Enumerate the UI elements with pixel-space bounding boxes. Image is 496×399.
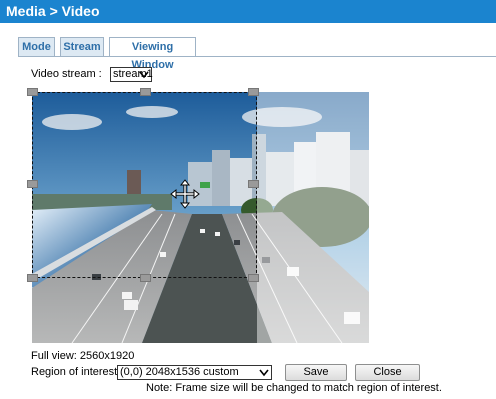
save-button[interactable]: Save — [285, 364, 347, 381]
resize-handle-top-right[interactable] — [248, 88, 259, 96]
resize-handle-bottom-center[interactable] — [140, 274, 151, 282]
close-button[interactable]: Close — [355, 364, 420, 381]
roi-note: Note: Frame size will be changed to matc… — [146, 382, 442, 394]
outside-roi-overlay — [257, 92, 369, 343]
resize-handle-top-left[interactable] — [27, 88, 38, 96]
resize-handle-top-center[interactable] — [140, 88, 151, 96]
page-title: Media > Video — [0, 0, 496, 23]
tab-stream[interactable]: Stream — [60, 37, 104, 57]
tab-divider — [18, 56, 496, 57]
roi-select[interactable]: (0,0) 2048x1536 custom — [117, 365, 272, 380]
video-preview[interactable] — [32, 92, 369, 343]
roi-label: Region of interest : — [31, 366, 124, 378]
resize-handle-middle-right[interactable] — [248, 180, 259, 188]
roi-select-value: (0,0) 2048x1536 custom — [120, 366, 239, 378]
video-stream-label: Video stream : — [31, 68, 102, 80]
resize-handle-middle-left[interactable] — [27, 180, 38, 188]
resize-handle-bottom-left[interactable] — [27, 274, 38, 282]
region-of-interest-box[interactable] — [32, 92, 257, 278]
chevron-down-icon — [139, 71, 149, 79]
resize-handle-bottom-right[interactable] — [248, 274, 259, 282]
move-cross-icon[interactable] — [170, 179, 200, 209]
tab-mode[interactable]: Mode — [18, 37, 55, 57]
video-stream-select[interactable]: stream1 — [110, 67, 153, 82]
full-view-text: Full view: 2560x1920 — [31, 350, 135, 362]
tab-viewing-window[interactable]: Viewing Window — [109, 37, 196, 71]
chevron-down-icon — [259, 369, 269, 377]
